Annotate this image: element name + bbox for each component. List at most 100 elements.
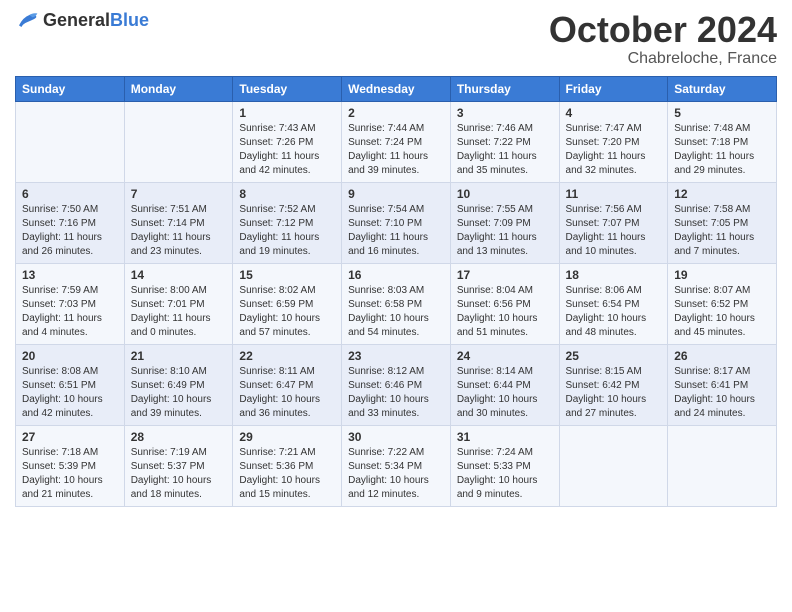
logo-icon (15, 11, 39, 31)
day-number: 27 (22, 430, 118, 444)
day-number: 8 (239, 187, 335, 201)
sunset-text: Sunset: 7:10 PM (348, 217, 444, 231)
day-number: 16 (348, 268, 444, 282)
day-info: Sunrise: 7:43 AMSunset: 7:26 PMDaylight:… (239, 122, 335, 178)
daylight-text: Daylight: 10 hours and 54 minutes. (348, 312, 444, 340)
day-number: 5 (674, 106, 770, 120)
daylight-text: Daylight: 11 hours and 10 minutes. (566, 231, 662, 259)
sunrise-text: Sunrise: 7:54 AM (348, 203, 444, 217)
sunrise-text: Sunrise: 8:11 AM (239, 365, 335, 379)
day-number: 10 (457, 187, 553, 201)
day-cell (16, 101, 125, 182)
header: GeneralBlue October 2024 Chabreloche, Fr… (15, 10, 777, 68)
sunrise-text: Sunrise: 8:06 AM (566, 284, 662, 298)
title-block: October 2024 Chabreloche, France (549, 10, 777, 68)
day-info: Sunrise: 8:11 AMSunset: 6:47 PMDaylight:… (239, 365, 335, 421)
day-info: Sunrise: 7:21 AMSunset: 5:36 PMDaylight:… (239, 446, 335, 502)
day-number: 28 (131, 430, 227, 444)
day-number: 7 (131, 187, 227, 201)
sunrise-text: Sunrise: 8:04 AM (457, 284, 553, 298)
day-info: Sunrise: 7:55 AMSunset: 7:09 PMDaylight:… (457, 203, 553, 259)
sunset-text: Sunset: 7:18 PM (674, 136, 770, 150)
day-cell: 16 Sunrise: 8:03 AMSunset: 6:58 PMDayligh… (342, 263, 451, 344)
sunrise-text: Sunrise: 7:48 AM (674, 122, 770, 136)
sunset-text: Sunset: 6:59 PM (239, 298, 335, 312)
calendar-table: SundayMondayTuesdayWednesdayThursdayFrid… (15, 76, 777, 507)
day-cell: 6Sunrise: 7:50 AMSunset: 7:16 PMDaylight… (16, 182, 125, 263)
day-cell: 1Sunrise: 7:43 AMSunset: 7:26 PMDaylight… (233, 101, 342, 182)
day-cell: 18 Sunrise: 8:06 AMSunset: 6:54 PMDayligh… (559, 263, 668, 344)
week-row-2: 6Sunrise: 7:50 AMSunset: 7:16 PMDaylight… (16, 182, 777, 263)
daylight-text: Daylight: 11 hours and 32 minutes. (566, 150, 662, 178)
daylight-text: Daylight: 10 hours and 36 minutes. (239, 393, 335, 421)
title-month: October 2024 (549, 10, 777, 50)
day-info: Sunrise: 8:08 AMSunset: 6:51 PMDaylight:… (22, 365, 118, 421)
day-info: Sunrise: 7:58 AMSunset: 7:05 PMDaylight:… (674, 203, 770, 259)
daylight-text: Daylight: 10 hours and 9 minutes. (457, 474, 553, 502)
day-info: Sunrise: 8:07 AMSunset: 6:52 PMDaylight:… (674, 284, 770, 340)
sunrise-text: Sunrise: 8:07 AM (674, 284, 770, 298)
sunrise-text: Sunrise: 8:15 AM (566, 365, 662, 379)
daylight-text: Daylight: 10 hours and 51 minutes. (457, 312, 553, 340)
sunset-text: Sunset: 6:47 PM (239, 379, 335, 393)
day-info: Sunrise: 7:52 AMSunset: 7:12 PMDaylight:… (239, 203, 335, 259)
day-info: Sunrise: 8:03 AMSunset: 6:58 PMDaylight:… (348, 284, 444, 340)
title-location: Chabreloche, France (549, 50, 777, 68)
day-cell: 10 Sunrise: 7:55 AMSunset: 7:09 PMDayligh… (450, 182, 559, 263)
day-header-monday: Monday (124, 76, 233, 101)
sunset-text: Sunset: 5:37 PM (131, 460, 227, 474)
daylight-text: Daylight: 10 hours and 24 minutes. (674, 393, 770, 421)
day-header-friday: Friday (559, 76, 668, 101)
day-header-thursday: Thursday (450, 76, 559, 101)
sunset-text: Sunset: 7:26 PM (239, 136, 335, 150)
daylight-text: Daylight: 11 hours and 29 minutes. (674, 150, 770, 178)
daylight-text: Daylight: 10 hours and 48 minutes. (566, 312, 662, 340)
day-cell (668, 425, 777, 506)
day-info: Sunrise: 8:17 AMSunset: 6:41 PMDaylight:… (674, 365, 770, 421)
sunrise-text: Sunrise: 8:14 AM (457, 365, 553, 379)
sunrise-text: Sunrise: 8:08 AM (22, 365, 118, 379)
day-cell: 21Sunrise: 8:10 AMSunset: 6:49 PMDayligh… (124, 344, 233, 425)
sunrise-text: Sunrise: 7:44 AM (348, 122, 444, 136)
logo-text: GeneralBlue (43, 10, 149, 31)
daylight-text: Daylight: 10 hours and 42 minutes. (22, 393, 118, 421)
sunset-text: Sunset: 7:07 PM (566, 217, 662, 231)
day-number: 29 (239, 430, 335, 444)
sunset-text: Sunset: 7:03 PM (22, 298, 118, 312)
day-number: 18 (566, 268, 662, 282)
sunrise-text: Sunrise: 7:55 AM (457, 203, 553, 217)
day-cell: 28Sunrise: 7:19 AMSunset: 5:37 PMDayligh… (124, 425, 233, 506)
daylight-text: Daylight: 11 hours and 13 minutes. (457, 231, 553, 259)
daylight-text: Daylight: 10 hours and 45 minutes. (674, 312, 770, 340)
day-cell: 24Sunrise: 8:14 AMSunset: 6:44 PMDayligh… (450, 344, 559, 425)
day-number: 31 (457, 430, 553, 444)
logo-general: General (43, 10, 110, 30)
sunrise-text: Sunrise: 7:59 AM (22, 284, 118, 298)
day-info: Sunrise: 8:02 AMSunset: 6:59 PMDaylight:… (239, 284, 335, 340)
day-number: 15 (239, 268, 335, 282)
daylight-text: Daylight: 11 hours and 0 minutes. (131, 312, 227, 340)
daylight-text: Daylight: 10 hours and 39 minutes. (131, 393, 227, 421)
day-info: Sunrise: 7:18 AMSunset: 5:39 PMDaylight:… (22, 446, 118, 502)
day-cell: 12 Sunrise: 7:58 AMSunset: 7:05 PMDayligh… (668, 182, 777, 263)
sunrise-text: Sunrise: 7:52 AM (239, 203, 335, 217)
sunset-text: Sunset: 6:56 PM (457, 298, 553, 312)
day-cell: 2Sunrise: 7:44 AMSunset: 7:24 PMDaylight… (342, 101, 451, 182)
day-number: 25 (566, 349, 662, 363)
daylight-text: Daylight: 11 hours and 26 minutes. (22, 231, 118, 259)
day-cell: 9Sunrise: 7:54 AMSunset: 7:10 PMDaylight… (342, 182, 451, 263)
sunset-text: Sunset: 5:39 PM (22, 460, 118, 474)
day-number: 14 (131, 268, 227, 282)
day-info: Sunrise: 8:06 AMSunset: 6:54 PMDaylight:… (566, 284, 662, 340)
day-info: Sunrise: 8:14 AMSunset: 6:44 PMDaylight:… (457, 365, 553, 421)
day-cell: 27 Sunrise: 7:18 AMSunset: 5:39 PMDayligh… (16, 425, 125, 506)
sunset-text: Sunset: 7:12 PM (239, 217, 335, 231)
sunrise-text: Sunrise: 8:02 AM (239, 284, 335, 298)
sunrise-text: Sunrise: 7:58 AM (674, 203, 770, 217)
day-info: Sunrise: 7:46 AMSunset: 7:22 PMDaylight:… (457, 122, 553, 178)
sunrise-text: Sunrise: 7:56 AM (566, 203, 662, 217)
sunset-text: Sunset: 6:42 PM (566, 379, 662, 393)
day-cell (124, 101, 233, 182)
day-number: 12 (674, 187, 770, 201)
sunset-text: Sunset: 7:22 PM (457, 136, 553, 150)
